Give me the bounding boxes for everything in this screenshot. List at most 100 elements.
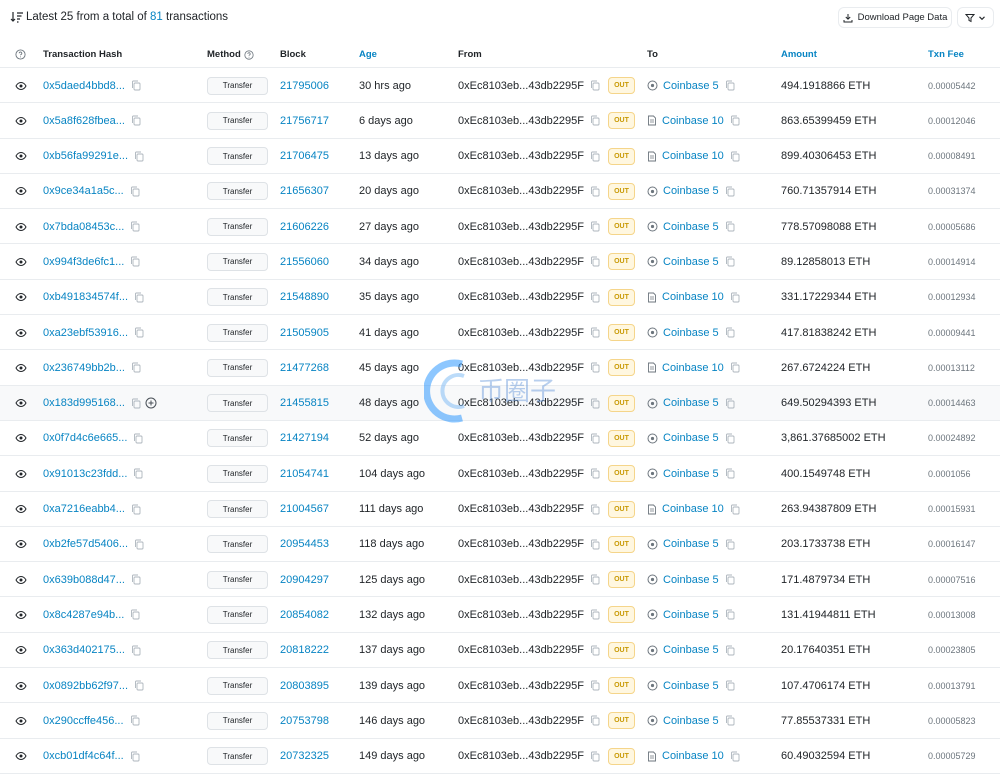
copy-icon[interactable] bbox=[134, 327, 144, 338]
block-link[interactable]: 20818222 bbox=[280, 633, 329, 668]
view-details-eye-icon[interactable] bbox=[14, 597, 28, 632]
to-address-link[interactable]: Coinbase 5 bbox=[663, 80, 719, 92]
copy-icon[interactable] bbox=[590, 645, 600, 656]
view-details-eye-icon[interactable] bbox=[14, 280, 28, 315]
copy-icon[interactable] bbox=[725, 80, 735, 91]
block-link[interactable]: 20854082 bbox=[280, 597, 329, 632]
block-link[interactable]: 21054741 bbox=[280, 456, 329, 491]
to-address-link[interactable]: Coinbase 5 bbox=[663, 609, 719, 621]
view-details-eye-icon[interactable] bbox=[14, 456, 28, 491]
block-link[interactable]: 21455815 bbox=[280, 386, 329, 421]
copy-icon[interactable] bbox=[133, 468, 143, 479]
tx-hash-link[interactable]: 0x91013c23fdd... bbox=[43, 468, 127, 480]
copy-icon[interactable] bbox=[590, 751, 600, 762]
copy-icon[interactable] bbox=[725, 468, 735, 479]
copy-icon[interactable] bbox=[590, 574, 600, 585]
copy-icon[interactable] bbox=[130, 609, 140, 620]
view-details-eye-icon[interactable] bbox=[14, 68, 28, 103]
block-link[interactable]: 21606226 bbox=[280, 209, 329, 244]
copy-icon[interactable] bbox=[725, 680, 735, 691]
to-address-link[interactable]: Coinbase 5 bbox=[663, 680, 719, 692]
view-details-eye-icon[interactable] bbox=[14, 386, 28, 421]
view-details-eye-icon[interactable] bbox=[14, 668, 28, 703]
block-link[interactable]: 21706475 bbox=[280, 139, 329, 174]
copy-icon[interactable] bbox=[590, 292, 600, 303]
to-address-link[interactable]: Coinbase 5 bbox=[663, 221, 719, 233]
copy-icon[interactable] bbox=[590, 256, 600, 267]
view-details-eye-icon[interactable] bbox=[14, 244, 28, 279]
block-link[interactable]: 21795006 bbox=[280, 68, 329, 103]
download-page-data-button[interactable]: Download Page Data bbox=[838, 7, 952, 28]
copy-icon[interactable] bbox=[725, 433, 735, 444]
to-address-link[interactable]: Coinbase 5 bbox=[663, 432, 719, 444]
copy-icon[interactable] bbox=[590, 609, 600, 620]
info-icon[interactable] bbox=[244, 49, 254, 60]
to-address-link[interactable]: Coinbase 10 bbox=[662, 150, 724, 162]
to-address-link[interactable]: Coinbase 5 bbox=[663, 715, 719, 727]
copy-icon[interactable] bbox=[590, 398, 600, 409]
to-address-link[interactable]: Coinbase 5 bbox=[663, 256, 719, 268]
view-details-eye-icon[interactable] bbox=[14, 492, 28, 527]
copy-icon[interactable] bbox=[131, 645, 141, 656]
copy-icon[interactable] bbox=[725, 221, 735, 232]
copy-icon[interactable] bbox=[590, 680, 600, 691]
tx-hash-link[interactable]: 0x639b088d47... bbox=[43, 574, 125, 586]
block-link[interactable]: 20954453 bbox=[280, 527, 329, 562]
copy-icon[interactable] bbox=[590, 539, 600, 550]
block-link[interactable]: 20803895 bbox=[280, 668, 329, 703]
block-link[interactable]: 21556060 bbox=[280, 244, 329, 279]
copy-icon[interactable] bbox=[134, 680, 144, 691]
copy-icon[interactable] bbox=[730, 115, 740, 126]
copy-icon[interactable] bbox=[725, 186, 735, 197]
copy-icon[interactable] bbox=[130, 186, 140, 197]
copy-icon[interactable] bbox=[730, 504, 740, 515]
view-details-eye-icon[interactable] bbox=[14, 562, 28, 597]
view-details-eye-icon[interactable] bbox=[14, 139, 28, 174]
copy-icon[interactable] bbox=[131, 80, 141, 91]
tx-hash-link[interactable]: 0x5a8f628fbea... bbox=[43, 115, 125, 127]
tx-hash-link[interactable]: 0x236749bb2b... bbox=[43, 362, 125, 374]
block-link[interactable]: 21656307 bbox=[280, 174, 329, 209]
view-details-eye-icon[interactable] bbox=[14, 174, 28, 209]
copy-icon[interactable] bbox=[725, 609, 735, 620]
copy-icon[interactable] bbox=[725, 715, 735, 726]
tx-hash-link[interactable]: 0x0f7d4c6e665... bbox=[43, 432, 127, 444]
add-note-icon[interactable] bbox=[145, 397, 157, 409]
tx-hash-link[interactable]: 0xb491834574f... bbox=[43, 291, 128, 303]
tx-hash-link[interactable]: 0x290ccffe456... bbox=[43, 715, 124, 727]
copy-icon[interactable] bbox=[134, 292, 144, 303]
copy-icon[interactable] bbox=[131, 115, 141, 126]
copy-icon[interactable] bbox=[590, 221, 600, 232]
copy-icon[interactable] bbox=[590, 151, 600, 162]
block-link[interactable]: 21505905 bbox=[280, 315, 329, 350]
tx-hash-link[interactable]: 0xa23ebf53916... bbox=[43, 327, 128, 339]
copy-icon[interactable] bbox=[590, 715, 600, 726]
block-link[interactable]: 20732325 bbox=[280, 739, 329, 774]
copy-icon[interactable] bbox=[590, 186, 600, 197]
to-address-link[interactable]: Coinbase 5 bbox=[663, 468, 719, 480]
view-details-eye-icon[interactable] bbox=[14, 421, 28, 456]
copy-icon[interactable] bbox=[590, 80, 600, 91]
to-address-link[interactable]: Coinbase 5 bbox=[663, 574, 719, 586]
copy-icon[interactable] bbox=[131, 398, 141, 409]
view-details-eye-icon[interactable] bbox=[14, 315, 28, 350]
block-link[interactable]: 21477268 bbox=[280, 350, 329, 385]
copy-icon[interactable] bbox=[590, 504, 600, 515]
help-icon[interactable] bbox=[15, 49, 26, 60]
block-link[interactable]: 20753798 bbox=[280, 703, 329, 738]
copy-icon[interactable] bbox=[730, 751, 740, 762]
copy-icon[interactable] bbox=[725, 256, 735, 267]
view-details-eye-icon[interactable] bbox=[14, 350, 28, 385]
copy-icon[interactable] bbox=[131, 574, 141, 585]
to-address-link[interactable]: Coinbase 10 bbox=[662, 291, 724, 303]
copy-icon[interactable] bbox=[730, 151, 740, 162]
sort-descending-icon[interactable] bbox=[10, 10, 24, 24]
to-address-link[interactable]: Coinbase 5 bbox=[663, 644, 719, 656]
tx-hash-link[interactable]: 0xb2fe57d5406... bbox=[43, 538, 128, 550]
tx-hash-link[interactable]: 0xa7216eabb4... bbox=[43, 503, 125, 515]
copy-icon[interactable] bbox=[133, 433, 143, 444]
to-address-link[interactable]: Coinbase 5 bbox=[663, 185, 719, 197]
copy-icon[interactable] bbox=[130, 751, 140, 762]
copy-icon[interactable] bbox=[134, 151, 144, 162]
copy-icon[interactable] bbox=[725, 645, 735, 656]
